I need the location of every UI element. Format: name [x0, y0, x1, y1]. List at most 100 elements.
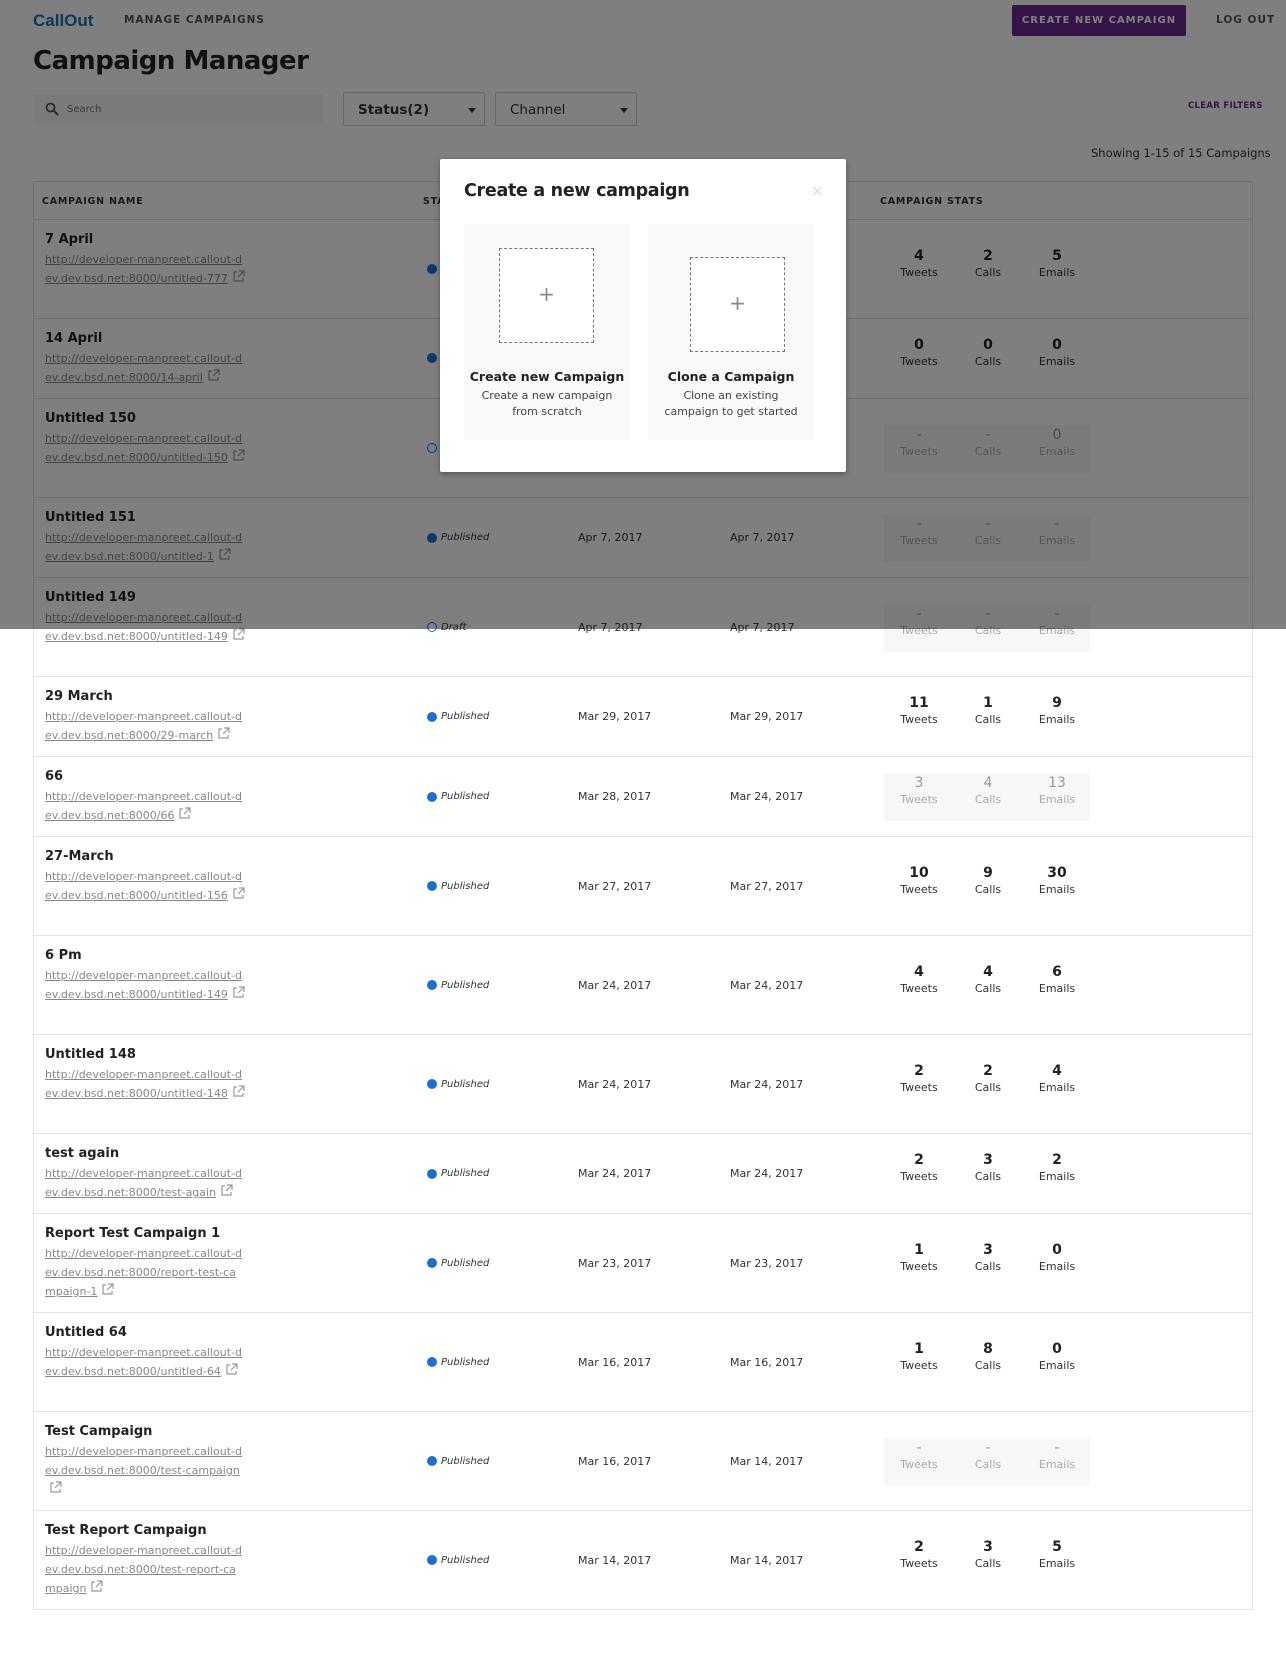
- table-row[interactable]: 6 Pm http://developer-manpreet.callout-de…: [34, 936, 1252, 1035]
- calls-count: 4: [983, 963, 993, 980]
- external-link-icon[interactable]: [232, 986, 245, 999]
- campaign-url[interactable]: http://developer-manpreet.callout-dev.de…: [45, 1445, 242, 1477]
- emails-count: 13: [1048, 775, 1066, 791]
- tweets-stat: 3 Tweets: [884, 773, 954, 806]
- emails-label: Emails: [1038, 1358, 1076, 1372]
- campaign-stats: 2 Tweets 2 Calls 4 Emails: [884, 1061, 1090, 1109]
- external-link-icon[interactable]: [225, 1363, 238, 1376]
- emails-label: Emails: [1038, 793, 1076, 806]
- campaign-url[interactable]: http://developer-manpreet.callout-dev.de…: [45, 1068, 242, 1100]
- campaign-name[interactable]: 29 March: [45, 689, 113, 704]
- status-dot: [427, 1079, 437, 1089]
- option-title: Create new Campaign: [469, 369, 625, 384]
- status-dot: [427, 711, 437, 722]
- status-label: Published: [441, 1078, 490, 1090]
- campaign-url-link[interactable]: http://developer-manpreet.callout-dev.de…: [45, 787, 245, 825]
- external-link-icon[interactable]: [178, 807, 192, 820]
- campaign-url[interactable]: http://developer-manpreet.callout-dev.de…: [45, 870, 242, 902]
- campaign-url[interactable]: http://developer-manpreet.callout-dev.de…: [45, 1247, 242, 1298]
- table-row[interactable]: Untitled 64 http://developer-manpreet.cal…: [34, 1313, 1252, 1412]
- campaign-name[interactable]: test again: [45, 1146, 119, 1161]
- external-link-icon[interactable]: [101, 1283, 115, 1296]
- modified-date: Mar 14, 2017: [730, 1454, 804, 1468]
- external-link-icon[interactable]: [90, 1580, 104, 1593]
- campaign-name[interactable]: Untitled 64: [45, 1325, 127, 1340]
- table-row[interactable]: Report Test Campaign 1 http://developer-m…: [34, 1214, 1252, 1313]
- status-dot: [427, 1258, 437, 1268]
- campaign-url-link[interactable]: http://developer-manpreet.callout-dev.de…: [45, 867, 245, 905]
- external-link-icon[interactable]: [49, 1481, 62, 1494]
- campaign-name[interactable]: Test Report Campaign: [45, 1523, 207, 1538]
- plus-icon: +: [538, 282, 555, 306]
- campaign-url[interactable]: http://developer-manpreet.callout-dev.de…: [45, 1167, 242, 1199]
- table-row[interactable]: Untitled 148 http://developer-manpreet.ca…: [34, 1035, 1252, 1134]
- status-badge: Published: [427, 791, 489, 802]
- tweets-label: Tweets: [900, 1080, 938, 1094]
- emails-stat: 4 Emails: [1022, 1061, 1092, 1094]
- campaign-url[interactable]: http://developer-manpreet.callout-dev.de…: [45, 969, 242, 1001]
- external-link-icon[interactable]: [232, 887, 245, 900]
- external-link-icon[interactable]: [217, 727, 230, 740]
- calls-count: 3: [983, 1152, 993, 1168]
- table-row[interactable]: 66 http://developer-manpreet.callout-dev.…: [34, 757, 1252, 837]
- table-row[interactable]: 27-March http://developer-manpreet.callou…: [34, 837, 1252, 936]
- campaign-url[interactable]: http://developer-manpreet.callout-dev.de…: [45, 710, 242, 742]
- external-link-icon[interactable]: [220, 1184, 233, 1197]
- tweets-label: Tweets: [900, 793, 938, 806]
- created-date: Mar 24, 2017: [578, 1077, 652, 1091]
- tweets-label: Tweets: [900, 1556, 938, 1570]
- external-link-icon[interactable]: [232, 628, 245, 641]
- campaign-url-link[interactable]: http://developer-manpreet.callout-dev.de…: [45, 966, 245, 1004]
- created-date: Mar 14, 2017: [578, 1553, 652, 1567]
- tweets-label: Tweets: [900, 1259, 938, 1273]
- calls-label: Calls: [974, 713, 1002, 726]
- calls-label: Calls: [974, 882, 1002, 896]
- modified-date: Mar 29, 2017: [730, 710, 804, 723]
- table-row[interactable]: Test Report Campaign http://developer-man…: [34, 1511, 1252, 1610]
- campaign-url[interactable]: http://developer-manpreet.callout-dev.de…: [45, 790, 242, 822]
- calls-label: Calls: [974, 1358, 1002, 1372]
- campaign-url-link[interactable]: http://developer-manpreet.callout-dev.de…: [45, 1244, 245, 1301]
- create-new-campaign-option[interactable]: + Create new Campaign Create a new campa…: [464, 224, 630, 440]
- campaign-name[interactable]: Untitled 148: [45, 1047, 136, 1062]
- campaign-url-link[interactable]: http://developer-manpreet.callout-dev.de…: [45, 1164, 245, 1202]
- calls-count: 3: [983, 1241, 993, 1258]
- campaign-name[interactable]: 27-March: [45, 849, 114, 864]
- campaign-url-link[interactable]: http://developer-manpreet.callout-dev.de…: [45, 1541, 245, 1598]
- tweets-stat: 2 Tweets: [884, 1537, 954, 1570]
- calls-stat: 9 Calls: [953, 863, 1023, 896]
- table-row[interactable]: 29 March http://developer-manpreet.callou…: [34, 677, 1252, 757]
- emails-label: Emails: [1038, 713, 1076, 726]
- campaign-stats: 4 Tweets 4 Calls 6 Emails: [884, 962, 1090, 1010]
- clone-campaign-option[interactable]: + Clone a Campaign Clone an existing cam…: [648, 224, 814, 440]
- status-dot: [427, 980, 437, 990]
- external-link-icon[interactable]: [232, 1085, 245, 1098]
- table-row[interactable]: test again http://developer-manpreet.call…: [34, 1134, 1252, 1214]
- campaign-name[interactable]: 6 Pm: [45, 948, 82, 963]
- calls-stat: 2Calls: [953, 1061, 1023, 1094]
- created-date: Mar 24, 2017: [578, 978, 652, 992]
- status-label: Published: [441, 1356, 490, 1368]
- status-dot: [427, 1555, 437, 1565]
- calls-count: 3: [983, 1538, 993, 1555]
- campaign-name[interactable]: Test Campaign: [45, 1424, 152, 1439]
- campaign-name[interactable]: 66: [45, 769, 63, 784]
- campaign-url[interactable]: http://developer-manpreet.callout-dev.de…: [45, 1346, 242, 1378]
- campaign-url-link[interactable]: http://developer-manpreet.callout-dev.de…: [45, 1065, 245, 1103]
- calls-count: 9: [983, 864, 993, 881]
- campaign-url-link[interactable]: http://developer-manpreet.callout-dev.de…: [45, 707, 245, 745]
- modal-title: Create a new campaign: [464, 181, 690, 201]
- table-row[interactable]: Test Campaign http://developer-manpreet.c…: [34, 1412, 1252, 1511]
- campaign-url[interactable]: http://developer-manpreet.callout-dev.de…: [45, 1544, 242, 1595]
- status-label: Published: [441, 880, 490, 892]
- created-date: Mar 27, 2017: [578, 879, 652, 893]
- campaign-url-link[interactable]: http://developer-manpreet.callout-dev.de…: [45, 1442, 245, 1499]
- emails-count: 6: [1052, 963, 1062, 980]
- campaign-name[interactable]: Report Test Campaign 1: [45, 1226, 220, 1241]
- emails-label: Emails: [1038, 1259, 1076, 1273]
- campaign-url-link[interactable]: http://developer-manpreet.callout-dev.de…: [45, 1343, 245, 1381]
- emails-stat: 2 Emails: [1022, 1150, 1092, 1183]
- status-label: Published: [441, 1455, 490, 1467]
- close-icon[interactable]: ×: [811, 181, 824, 200]
- tweets-count: 2: [914, 1538, 924, 1555]
